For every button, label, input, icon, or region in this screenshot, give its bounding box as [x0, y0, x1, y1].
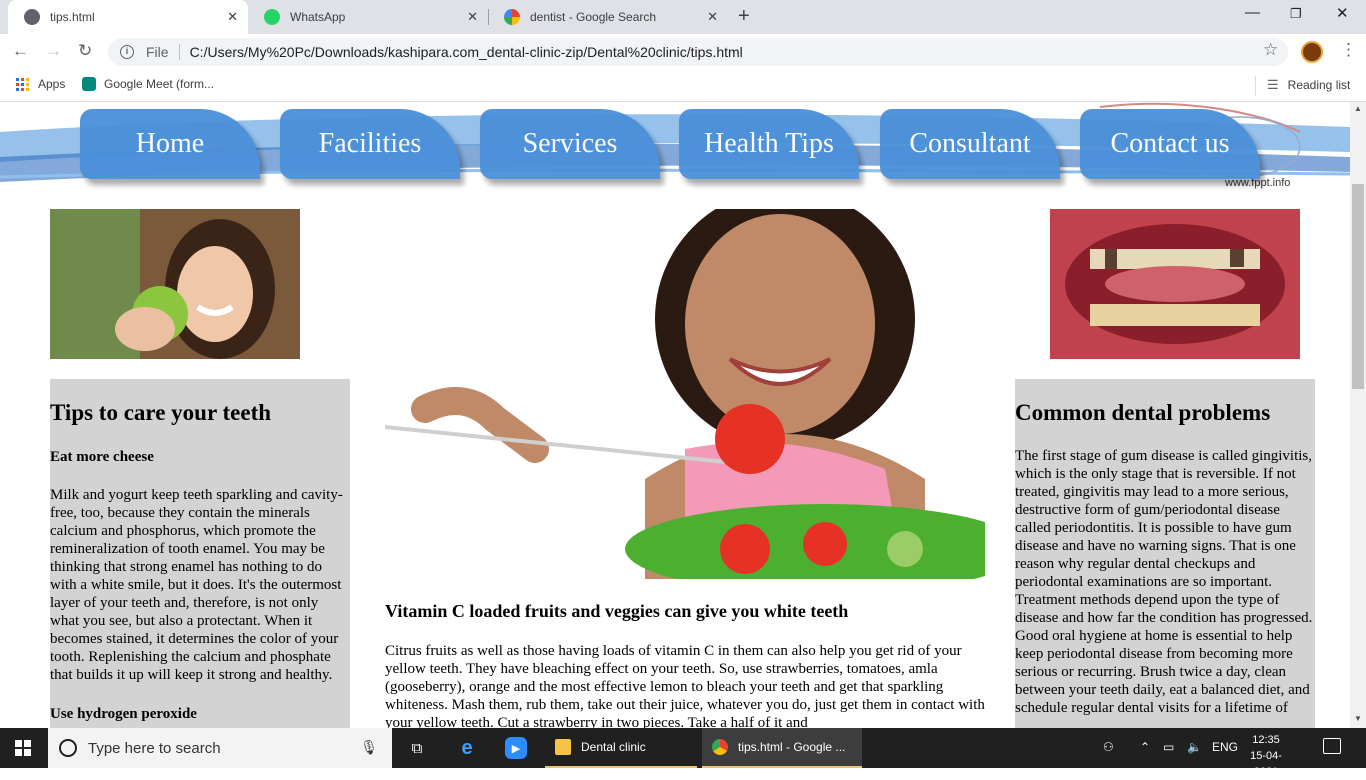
scrollbar-thumb[interactable] [1352, 184, 1364, 389]
browser-chrome: tips.html ✕ WhatsApp ✕ dentist - Google … [0, 0, 1366, 102]
notification-center-icon[interactable] [1323, 738, 1341, 754]
taskbar-app-chrome[interactable]: tips.html - Google ... [702, 728, 862, 768]
reading-list-label: Reading list [1287, 78, 1351, 92]
forward-icon[interactable]: → [45, 41, 62, 61]
close-tab-icon[interactable]: ✕ [467, 9, 478, 25]
windows-start-icon[interactable] [15, 740, 31, 756]
address-bar[interactable]: i File C:/Users/My%20Pc/Downloads/kaship… [108, 38, 1288, 66]
bookmark-label: Google Meet (form... [104, 77, 215, 91]
nav-consultant[interactable]: Consultant [880, 109, 1060, 179]
tab-title: tips.html [50, 10, 95, 24]
cortana-icon [59, 739, 77, 757]
task-view-icon[interactable]: ⧉ [406, 737, 428, 759]
nav-contact-us[interactable]: Contact us [1080, 109, 1260, 179]
problems-sidebar: Common dental problems The first stage o… [1015, 379, 1315, 728]
damaged-teeth-image [1050, 209, 1300, 359]
problems-heading: Common dental problems [1015, 400, 1271, 425]
taskbar-app-dental-clinic[interactable]: Dental clinic [545, 728, 697, 768]
clock-date: 15-04-2021 [1250, 750, 1282, 778]
tab-tips[interactable]: tips.html ✕ [8, 0, 248, 34]
minimize-icon[interactable]: — [1245, 4, 1260, 21]
restore-icon[interactable]: ❐ [1290, 6, 1302, 22]
globe-icon [24, 9, 40, 25]
windows-taskbar: Type here to search 🎙 ⧉ e ▶ Dental clini… [0, 728, 1366, 778]
url-text[interactable]: C:/Users/My%20Pc/Downloads/kashipara.com… [190, 44, 743, 60]
info-icon[interactable]: i [120, 45, 134, 59]
new-tab-icon[interactable]: + [738, 5, 750, 28]
reload-icon[interactable]: ↻ [78, 41, 92, 61]
article-body: Citrus fruits as well as those having lo… [385, 643, 985, 728]
tips-next-heading: Use hydrogen peroxide [50, 706, 197, 722]
tab-title: dentist - Google Search [530, 10, 657, 24]
reading-list-icon: ☰ [1267, 77, 1279, 92]
web-page: www.fppt.info Home Facilities Services H… [0, 102, 1350, 728]
center-article: Vitamin C loaded fruits and veggies can … [385, 601, 985, 728]
apps-grid-icon [16, 77, 29, 91]
close-window-icon[interactable]: ✕ [1336, 4, 1349, 22]
woman-eating-salad-image [385, 209, 985, 579]
show-hidden-icons-icon[interactable]: ⌃ [1140, 740, 1150, 754]
taskbar-clock[interactable]: 12:35 15-04-2021 [1244, 732, 1288, 780]
tips-body: Milk and yogurt keep teeth sparkling and… [50, 487, 343, 683]
people-icon[interactable]: ⚇ [1103, 740, 1114, 754]
bookmarks-bar: Apps Google Meet (form... ☰ Reading list [0, 70, 1366, 102]
google-icon [504, 9, 520, 25]
bookmark-apps[interactable]: Apps [16, 77, 65, 91]
tab-whatsapp[interactable]: WhatsApp ✕ [248, 0, 489, 34]
whatsapp-icon [264, 9, 280, 25]
language-indicator[interactable]: ENG [1212, 740, 1238, 754]
microphone-icon[interactable]: 🎙 [360, 739, 378, 756]
tips-subheading: Eat more cheese [50, 449, 154, 465]
woman-eating-apple-image [50, 209, 300, 359]
folder-icon [555, 739, 571, 755]
scroll-up-icon[interactable]: ▲ [1354, 104, 1362, 113]
taskbar-app-label: tips.html - Google ... [738, 740, 846, 754]
close-tab-icon[interactable]: ✕ [707, 9, 718, 25]
browser-toolbar: ← → ↻ i File C:/Users/My%20Pc/Downloads/… [0, 34, 1366, 70]
edge-icon[interactable]: e [456, 737, 478, 759]
bookmark-label: Apps [38, 77, 66, 91]
article-heading: Vitamin C loaded fruits and veggies can … [385, 601, 849, 621]
problems-body: The first stage of gum disease is called… [1015, 448, 1313, 716]
tab-strip: tips.html ✕ WhatsApp ✕ dentist - Google … [0, 0, 1366, 34]
reading-list-button[interactable]: ☰ Reading list [1267, 77, 1350, 93]
nav-home[interactable]: Home [80, 109, 260, 179]
search-placeholder: Type here to search [88, 739, 221, 757]
chrome-icon [712, 739, 728, 755]
page-scrollbar[interactable]: ▲ ▼ [1350, 102, 1366, 728]
profile-avatar[interactable] [1301, 41, 1323, 63]
menu-icon[interactable]: ⋮ [1340, 40, 1357, 60]
volume-icon[interactable]: 🔈 [1187, 740, 1202, 754]
bookmark-star-icon[interactable]: ☆ [1263, 40, 1278, 60]
zoom-icon[interactable]: ▶ [505, 737, 527, 759]
taskbar-search-box[interactable]: Type here to search 🎙 [48, 728, 392, 768]
clock-time: 12:35 [1252, 734, 1280, 746]
scheme-label: File [146, 44, 169, 60]
nav-health-tips[interactable]: Health Tips [679, 109, 859, 179]
scroll-down-icon[interactable]: ▼ [1354, 714, 1362, 723]
bookmark-google-meet[interactable]: Google Meet (form... [82, 77, 214, 91]
tips-heading: Tips to care your teeth [50, 400, 272, 425]
tab-title: WhatsApp [290, 10, 346, 24]
taskbar-app-label: Dental clinic [581, 740, 646, 754]
google-meet-icon [82, 77, 96, 91]
close-tab-icon[interactable]: ✕ [227, 9, 238, 25]
back-icon[interactable]: ← [12, 41, 29, 61]
nav-services[interactable]: Services [480, 109, 660, 179]
tips-sidebar: Tips to care your teeth Eat more cheese … [50, 379, 350, 728]
nav-facilities[interactable]: Facilities [280, 109, 460, 179]
tab-google-search[interactable]: dentist - Google Search ✕ [488, 0, 728, 34]
battery-icon[interactable]: ▭ [1163, 740, 1174, 754]
